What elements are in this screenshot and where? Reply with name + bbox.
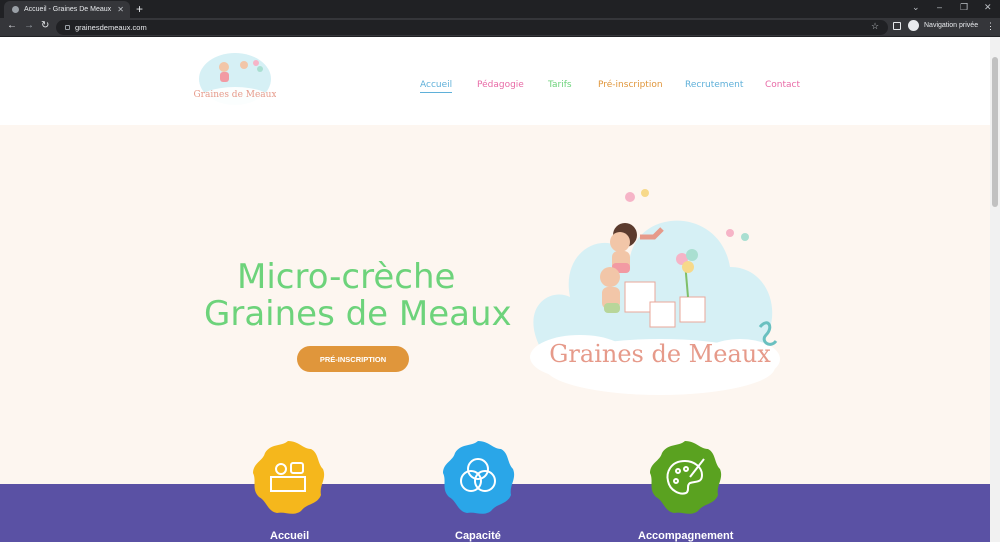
browser-toolbar: ← → ↻ grainesdemeaux.com ☆ Navigation pr… (0, 18, 1000, 37)
nav-tarifs[interactable]: Tarifs (548, 80, 572, 90)
feature-accueil-label: Accueil (270, 530, 310, 542)
feature-accompagnement-badge (650, 441, 722, 514)
minimize-icon[interactable]: – (937, 2, 942, 12)
incognito-icon (908, 20, 919, 31)
restore-icon[interactable]: ❐ (960, 2, 968, 13)
address-bar[interactable]: grainesdemeaux.com (56, 20, 888, 35)
feature-capacite-badge (443, 441, 515, 514)
pre-inscription-button[interactable]: PRÉ-INSCRIPTION (297, 346, 409, 372)
feature-accueil-badge (253, 441, 325, 514)
profile-label: Navigation privée (924, 22, 979, 29)
url-text: grainesdemeaux.com (75, 23, 147, 32)
close-window-icon[interactable]: ✕ (984, 2, 992, 13)
hero-illustration: Graines de Meaux (530, 189, 780, 395)
browser-tab[interactable]: Accueil - Graines De Meaux ✕ (4, 1, 130, 18)
favicon-icon (12, 6, 19, 13)
tab-search-icon[interactable]: ⌄ (912, 2, 920, 13)
hero-title-line2: Graines de Meaux (204, 294, 512, 334)
new-tab-button[interactable]: + (136, 2, 143, 16)
menu-icon[interactable]: ⋮ (986, 21, 995, 32)
site-logo[interactable]: Graines de Meaux (194, 45, 276, 119)
scrollbar-thumb[interactable] (992, 57, 998, 207)
lock-icon (65, 25, 70, 30)
site-header: Graines de Meaux Accueil Pédagogie Tarif… (0, 37, 990, 125)
star-icon[interactable]: ☆ (871, 21, 879, 32)
back-icon[interactable]: ← (7, 20, 17, 31)
feature-accompagnement-label: Accompagnement (638, 530, 734, 542)
reload-icon[interactable]: ↻ (41, 20, 49, 31)
web-page: Graines de Meaux Accueil Pédagogie Tarif… (0, 37, 990, 542)
tab-title: Accueil - Graines De Meaux (24, 6, 112, 13)
page-scrollbar[interactable] (990, 37, 1000, 542)
feature-capacite-label: Capacité (455, 530, 501, 542)
hero-title-line1: Micro-crèche (237, 257, 456, 297)
incognito-indicator[interactable]: Navigation privée (908, 20, 978, 31)
sidepanel-icon[interactable] (893, 22, 901, 30)
close-tab-icon[interactable]: ✕ (117, 5, 124, 14)
logo-text: Graines de Meaux (194, 90, 276, 100)
hero-logo-text: Graines de Meaux (549, 340, 771, 368)
nav-accueil[interactable]: Accueil (420, 80, 453, 93)
browser-tab-bar: Accueil - Graines De Meaux ✕ + ⌄ – ❐ ✕ (0, 0, 1000, 18)
nav-contact[interactable]: Contact (765, 80, 800, 90)
forward-icon[interactable]: → (24, 20, 34, 31)
nav-pedagogie[interactable]: Pédagogie (477, 80, 524, 90)
nav-recrutement[interactable]: Recrutement (685, 80, 743, 90)
nav-pre-inscription[interactable]: Pré-inscription (598, 80, 663, 90)
